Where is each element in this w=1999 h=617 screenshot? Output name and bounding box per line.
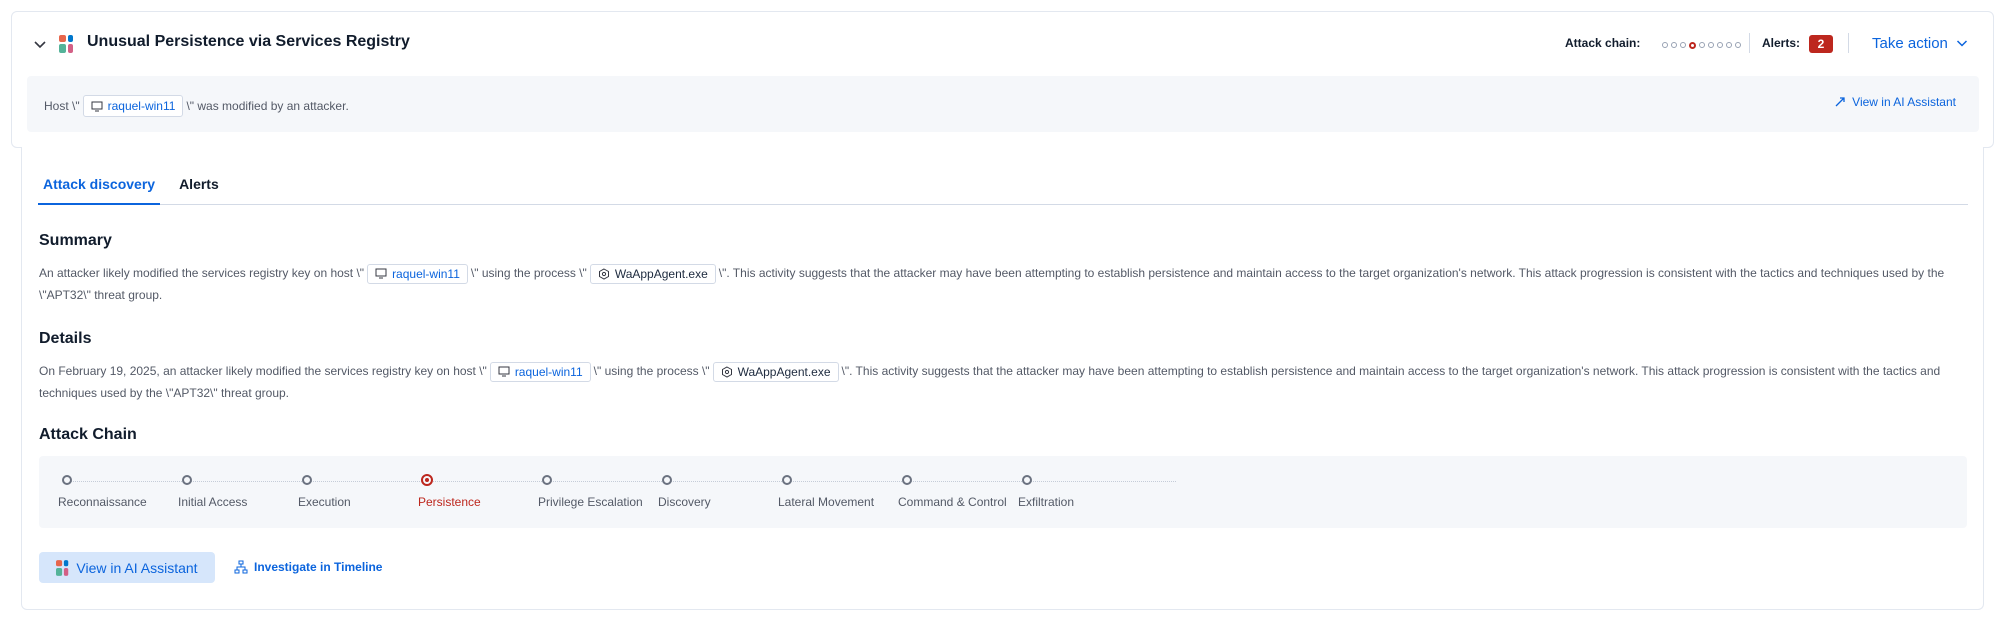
stage-label: Reconnaissance	[58, 495, 147, 509]
process-pill: WaAppAgent.exe	[589, 263, 716, 284]
tab-alerts[interactable]: Alerts	[174, 166, 224, 204]
mini-chain-dot	[1708, 42, 1714, 48]
host-summary-banner: Host \" raquel-win11 \" was modified by …	[27, 76, 1979, 132]
host-name: raquel-win11	[392, 266, 460, 281]
host-name: raquel-win11	[107, 99, 176, 113]
chevron-down-icon	[1956, 40, 1967, 47]
tabs-bar: Attack discovery Alerts	[38, 166, 1968, 205]
process-name: WaAppAgent.exe	[614, 266, 708, 281]
stage-marker	[421, 474, 433, 486]
stage-label: Exfiltration	[1018, 495, 1075, 509]
computer-icon	[91, 101, 103, 111]
view-ai-label: View in AI Assistant	[1852, 95, 1956, 109]
details-text: On February 19, 2025, an attacker likely…	[39, 360, 1959, 404]
mini-chain-dot	[1671, 42, 1677, 48]
summary-text-part: \" using the process \"	[470, 266, 587, 280]
computer-icon	[375, 268, 387, 279]
attack-chain-line	[66, 481, 1176, 482]
details-heading: Details	[39, 330, 92, 347]
take-action-label: Take action	[1872, 34, 1948, 52]
summary-text: An attacker likely modified the services…	[39, 262, 1959, 306]
divider	[1848, 33, 1849, 53]
stage-label: Lateral Movement	[778, 495, 875, 509]
discovery-title: Unusual Persistence via Services Registr…	[87, 33, 410, 50]
stage-label: Initial Access	[178, 495, 248, 509]
stage-marker	[62, 475, 72, 485]
mini-chain-dot	[1699, 42, 1705, 48]
stage-marker	[302, 475, 312, 485]
ai-logo-icon	[59, 35, 73, 53]
process-gear-icon	[598, 268, 609, 280]
stage-label: Persistence	[418, 495, 481, 509]
mini-chain-dot	[1735, 42, 1741, 48]
mini-attack-chain	[1662, 41, 1741, 49]
details-text-part: On February 19, 2025, an attacker likely…	[39, 364, 487, 378]
stage-marker	[182, 475, 192, 485]
host-pill[interactable]: raquel-win11	[489, 361, 591, 382]
attack-discovery-card: Unusual Persistence via Services Registr…	[11, 11, 1994, 148]
stage-label: Privilege Escalation	[538, 495, 643, 509]
ai-logo-icon	[56, 559, 69, 576]
mini-chain-dot	[1717, 42, 1723, 48]
stage-marker	[782, 475, 792, 485]
attack-chain-panel: Reconnaissance Initial Access Execution Per…	[39, 456, 1967, 528]
summary-text-part: An attacker likely modified the services…	[39, 266, 365, 280]
host-pill[interactable]: raquel-win11	[82, 95, 184, 117]
expand-arrow-icon	[1835, 97, 1845, 107]
stage-marker	[1022, 475, 1032, 485]
banner-text-suffix: \" was modified by an attacker.	[186, 99, 349, 113]
stage-label: Discovery	[658, 495, 711, 509]
view-in-ai-assistant-link[interactable]: View in AI Assistant	[1834, 95, 1956, 109]
process-name: WaAppAgent.exe	[737, 364, 831, 379]
banner-text-prefix: Host \"	[44, 99, 80, 113]
summary-heading: Summary	[39, 232, 112, 249]
mini-chain-dot	[1689, 41, 1696, 49]
tab-attack-discovery[interactable]: Attack discovery	[38, 166, 161, 205]
view-in-ai-assistant-button[interactable]: View in AI Assistant	[39, 552, 215, 583]
stage-marker	[542, 475, 552, 485]
process-pill: WaAppAgent.exe	[712, 361, 839, 382]
alerts-count-badge: 2	[1809, 35, 1833, 53]
details-text-part: \" using the process \"	[593, 364, 710, 378]
host-pill[interactable]: raquel-win11	[367, 263, 468, 284]
mini-chain-dot	[1726, 42, 1732, 48]
host-name: raquel-win11	[514, 364, 583, 379]
stage-label: Command & Control	[898, 495, 1007, 509]
investigate-label: Investigate in Timeline	[254, 560, 383, 574]
view-ai-button-label: View in AI Assistant	[76, 559, 198, 576]
attack-chain-heading: Attack Chain	[39, 426, 137, 443]
stage-label: Execution	[298, 495, 351, 509]
timeline-icon	[234, 560, 248, 574]
host-summary-text: Host \" raquel-win11 \" was modified by …	[44, 95, 349, 117]
stage-marker	[902, 475, 912, 485]
alerts-label: Alerts:	[1762, 36, 1801, 50]
mini-chain-dot	[1680, 42, 1686, 48]
take-action-button[interactable]: Take action	[1872, 30, 1968, 56]
computer-icon	[498, 366, 510, 377]
collapse-toggle-chevron-icon[interactable]	[30, 34, 50, 54]
divider	[1749, 33, 1750, 53]
process-gear-icon	[721, 366, 732, 378]
stage-marker	[662, 475, 672, 485]
attack-chain-label: Attack chain:	[1565, 36, 1641, 50]
investigate-in-timeline-link[interactable]: Investigate in Timeline	[234, 560, 382, 574]
mini-chain-dot	[1662, 42, 1668, 48]
